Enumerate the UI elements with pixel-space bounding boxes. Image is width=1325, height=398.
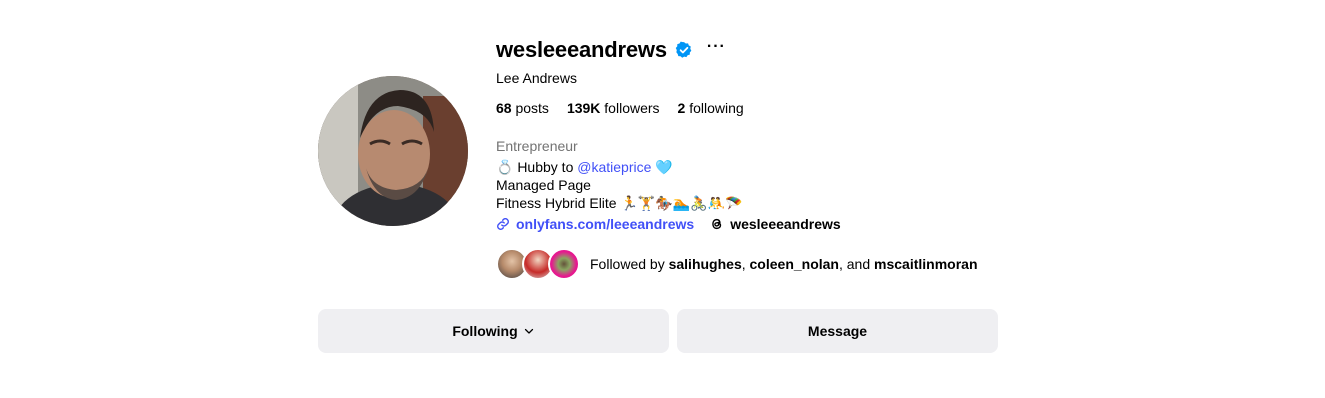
profile-bio: 💍 Hubby to @katieprice 🩵 Managed Page Fi… [496, 158, 743, 212]
external-link[interactable]: onlyfans.com/leeeandrews [496, 216, 694, 232]
threads-handle: wesleeeandrews [730, 216, 841, 232]
username: wesleeeandrews [496, 37, 667, 62]
posts-label: posts [515, 100, 549, 116]
posts-count: 68 [496, 100, 512, 116]
following-button[interactable]: Following [318, 309, 669, 353]
chevron-down-icon [524, 328, 533, 334]
profile-header: wesleeeandrews ··· Lee Andrews 68 posts … [0, 0, 1325, 398]
bio-line-1-suffix: 🩵 [655, 159, 673, 175]
posts-stat: 68 posts [496, 100, 549, 116]
verified-badge-icon [675, 41, 693, 59]
following-stat[interactable]: 2 following [678, 100, 744, 116]
following-label: following [689, 100, 744, 116]
message-button-label: Message [807, 323, 868, 339]
mutual-user-1[interactable]: salihughes [669, 256, 742, 272]
mutual-avatar [548, 248, 580, 280]
followed-by-separator-1: , [741, 256, 746, 272]
bio-line-2: Managed Page [496, 177, 591, 193]
followers-label: followers [604, 100, 660, 116]
followed-by[interactable]: Followed by salihughes, coleen_nolan, an… [496, 248, 978, 280]
threads-icon [712, 218, 722, 230]
profile-category: Entrepreneur [496, 138, 578, 154]
profile-info: wesleeeandrews ··· Lee Andrews 68 posts … [496, 34, 1056, 280]
profile-avatar[interactable] [318, 76, 468, 226]
followers-stat[interactable]: 139K followers [567, 100, 660, 116]
mutual-user-2[interactable]: coleen_nolan [750, 256, 839, 272]
following-count: 2 [677, 100, 686, 116]
followed-by-separator-2: , and [838, 256, 871, 272]
following-button-label: Following [452, 323, 518, 339]
avatar-photo [318, 76, 468, 226]
external-link-text: onlyfans.com/leeeandrews [516, 216, 695, 232]
mutual-user-3[interactable]: mscaitlinmoran [874, 256, 977, 272]
profile-stats: 68 posts 139K followers 2 following [496, 100, 762, 116]
bio-line-1-prefix: 💍 Hubby to [496, 159, 574, 175]
bio-line-1: 💍 Hubby to @katieprice 🩵 [496, 158, 743, 176]
followed-by-text: Followed by salihughes, coleen_nolan, an… [590, 256, 978, 272]
followers-count: 139K [566, 100, 601, 116]
threads-link[interactable]: wesleeeandrews [710, 216, 841, 232]
username-row: wesleeeandrews ··· [496, 34, 1056, 66]
more-options-button[interactable]: ··· [707, 39, 726, 58]
message-button[interactable]: Message [677, 309, 998, 353]
profile-links: onlyfans.com/leeeandrews wesleeeandrews [496, 216, 841, 232]
link-icon [497, 218, 509, 230]
followed-by-prefix: Followed by [590, 256, 665, 272]
bio-line-3: Fitness Hybrid Elite 🏃🏋️🏇🏊🚴🤼🪂 [496, 195, 743, 211]
full-name: Lee Andrews [496, 70, 577, 86]
mutual-avatars [496, 248, 580, 280]
mention-link[interactable]: @katieprice [577, 159, 651, 175]
